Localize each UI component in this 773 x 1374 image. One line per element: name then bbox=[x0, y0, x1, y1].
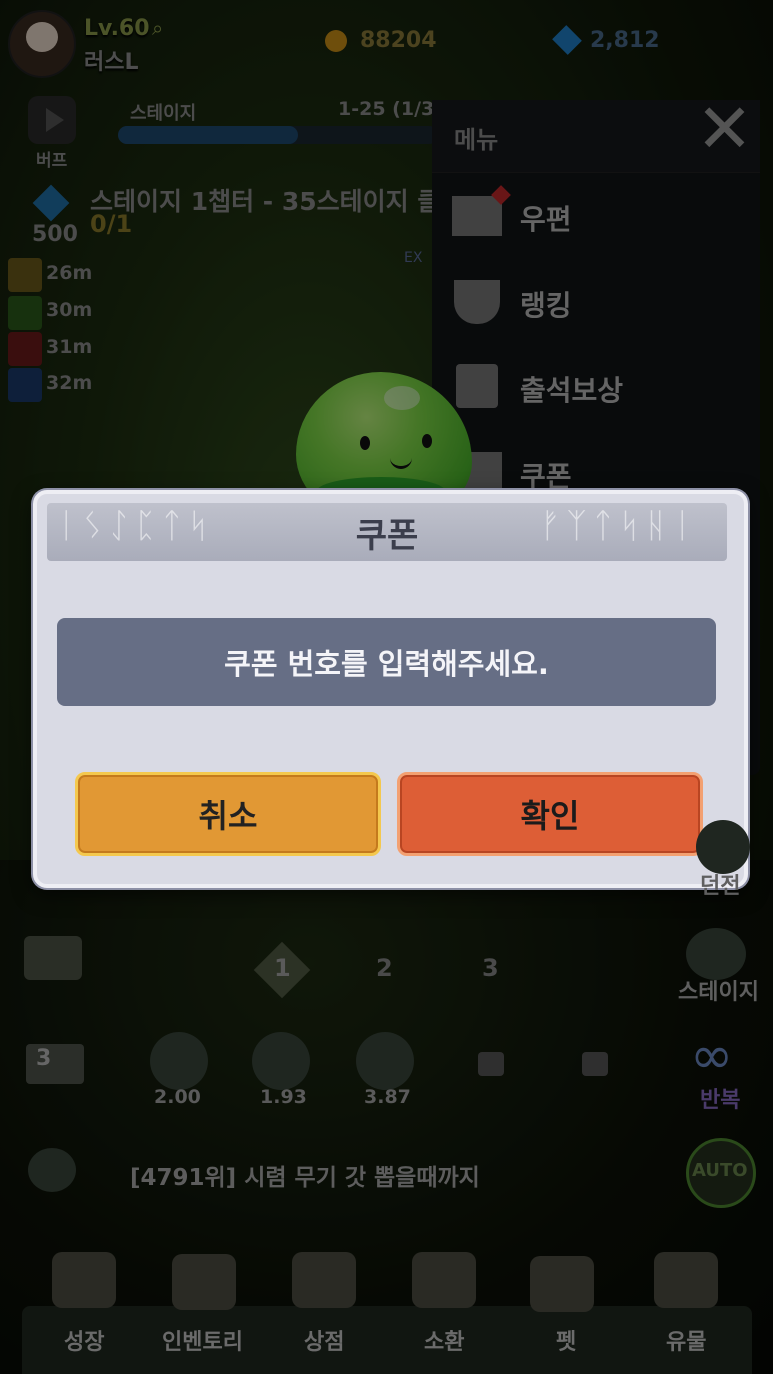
chest-icon[interactable] bbox=[24, 936, 82, 980]
coupon-dialog-title: 쿠폰 bbox=[355, 515, 419, 556]
chat-message[interactable]: [4791위] 시렴 무기 갓 뽑을때까지 bbox=[130, 1158, 480, 1192]
relic-icon bbox=[654, 1252, 718, 1308]
signpost-icon[interactable] bbox=[686, 928, 746, 980]
tab-shop[interactable]: 상점 bbox=[304, 1324, 344, 1356]
pet-icon bbox=[530, 1256, 594, 1312]
tab-inventory[interactable]: 인벤토리 bbox=[162, 1324, 243, 1356]
skill-cooldown: 1.93 bbox=[260, 1086, 307, 1108]
confirm-button[interactable]: 확인 bbox=[397, 772, 703, 856]
speed-camera-icon[interactable] bbox=[26, 1044, 84, 1084]
stage-node-label: 3 bbox=[482, 954, 499, 982]
tab-pet[interactable]: 펫 bbox=[556, 1324, 576, 1356]
bottom-tab-bar bbox=[22, 1306, 752, 1374]
skill-cooldown: 2.00 bbox=[154, 1086, 201, 1108]
stage-button-label[interactable]: 스테이지 bbox=[678, 974, 759, 1006]
lock-icon bbox=[478, 1052, 504, 1076]
chest-icon bbox=[172, 1254, 236, 1310]
tab-growth[interactable]: 성장 bbox=[64, 1324, 104, 1356]
tab-relic[interactable]: 유물 bbox=[666, 1324, 706, 1356]
cards-icon bbox=[412, 1252, 476, 1308]
dungeon-label: 던전 bbox=[700, 874, 741, 899]
coupon-code-input[interactable]: 쿠폰 번호를 입력해주세요. bbox=[57, 618, 716, 706]
speed-label: 3 bbox=[36, 1046, 52, 1071]
tab-summon[interactable]: 소환 bbox=[424, 1324, 464, 1356]
infinity-icon[interactable]: ∞ bbox=[690, 1030, 733, 1082]
stage-node-label: 2 bbox=[376, 954, 393, 982]
shop-icon bbox=[292, 1252, 356, 1308]
stage-node-label: 1 bbox=[274, 954, 291, 982]
skill-slot-icon[interactable] bbox=[150, 1032, 208, 1090]
chat-bubble-icon[interactable] bbox=[28, 1148, 76, 1192]
skill-cooldown: 3.87 bbox=[364, 1086, 411, 1108]
skill-slot-icon[interactable] bbox=[252, 1032, 310, 1090]
repeat-button-label[interactable]: 반복 bbox=[700, 1082, 740, 1114]
lock-icon bbox=[582, 1052, 608, 1076]
dungeon-icon[interactable] bbox=[696, 820, 750, 874]
cancel-button[interactable]: 취소 bbox=[75, 772, 381, 856]
helmet-icon bbox=[52, 1252, 116, 1308]
skill-slot-icon[interactable] bbox=[356, 1032, 414, 1090]
auto-label: AUTO bbox=[692, 1160, 748, 1181]
